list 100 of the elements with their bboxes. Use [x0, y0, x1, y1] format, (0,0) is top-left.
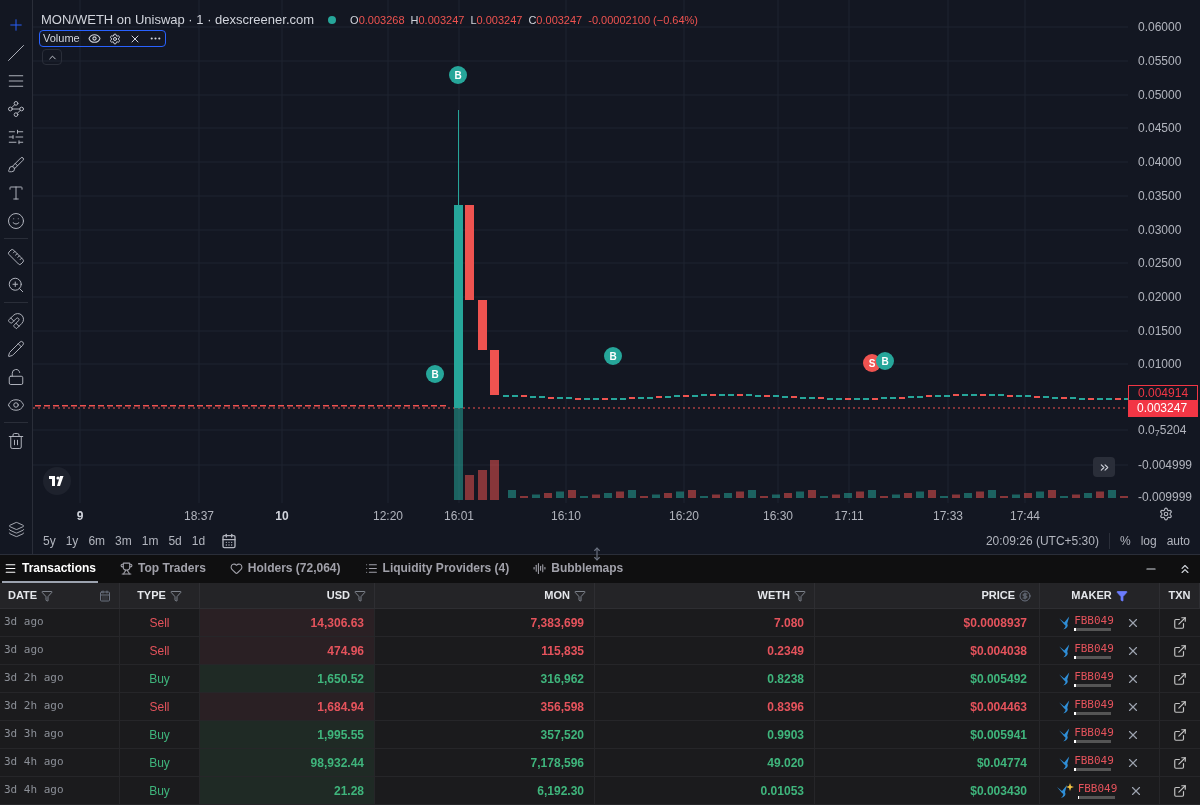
price-tick: 0.03500 [1138, 188, 1182, 204]
mon-cell-text: 7,383,699 [530, 614, 584, 632]
maker-bar [1074, 683, 1112, 687]
ohlc-value: O0.003268 [350, 12, 405, 28]
trade-marker: B [449, 66, 467, 84]
filter-icon[interactable] [169, 589, 182, 602]
external-link-icon[interactable] [1173, 727, 1187, 742]
scale-option[interactable]: log [1140, 531, 1157, 550]
price-tag: 0.003247 [1128, 401, 1198, 417]
volume-bar [490, 460, 499, 500]
coin-icon[interactable] [1019, 589, 1031, 602]
filter-icon[interactable] [354, 589, 366, 602]
mon-cell-text: 357,520 [540, 726, 584, 744]
price-cell-text: $0.04774 [976, 754, 1027, 772]
maker-link[interactable]: FBB049 [1074, 614, 1114, 627]
panel-tab[interactable]: Liquidity Providers (4) [362, 555, 512, 583]
usd-cell: 98,932.44 [200, 749, 375, 776]
date-range-icon[interactable] [221, 532, 238, 549]
list-icon [4, 561, 17, 575]
lines-icon [364, 561, 378, 575]
price-cell-text: $0.004463 [970, 698, 1027, 716]
range-button[interactable]: 1d [191, 531, 206, 550]
calendar-icon[interactable] [99, 589, 111, 602]
price-tick: 0.06000 [1138, 19, 1182, 35]
volume-bar [478, 470, 487, 500]
collapse-button[interactable] [42, 49, 62, 65]
time-tick: 16:30 [763, 508, 793, 525]
external-link-icon[interactable] [1173, 783, 1187, 798]
panel-tab[interactable]: Holders (72,064) [227, 555, 343, 583]
time-tick: 16:10 [551, 508, 581, 525]
maker-link[interactable]: FBB049 [1074, 726, 1114, 739]
filter-icon[interactable] [574, 589, 586, 602]
clock-text: 20:09:26 (UTC+5:30) [985, 532, 1099, 550]
ohlc-value: H0.003247 [410, 12, 465, 28]
time-tick: 18:37 [184, 508, 214, 525]
maker-link[interactable]: FBB049 [1077, 782, 1118, 795]
scale-option[interactable]: auto [1166, 531, 1190, 550]
column-header: TXN [1168, 588, 1191, 604]
date-cell: 3d 4h ago [4, 754, 64, 771]
time-tick: 10 [275, 508, 289, 525]
price-tick: 0.01000 [1138, 356, 1182, 372]
price-tick: 0.05000 [1138, 87, 1182, 103]
maker-link[interactable]: FBB049 [1074, 754, 1114, 767]
indicator-name: Volume [43, 31, 80, 47]
filter-icon[interactable] [41, 589, 54, 602]
maker-bar [1074, 711, 1112, 715]
range-button[interactable]: 5y [43, 531, 56, 550]
settings-icon[interactable] [108, 32, 121, 45]
price-tick: 0.02500 [1138, 255, 1182, 271]
price-cell-text: $0.004038 [970, 642, 1027, 660]
time-tick: 16:20 [669, 508, 699, 525]
range-button[interactable]: 1y [65, 531, 79, 550]
range-button[interactable]: 3m [115, 531, 132, 550]
date-cell: 3d 2h ago [4, 670, 64, 687]
column-header: MAKER [1071, 588, 1112, 604]
external-link-icon[interactable] [1173, 699, 1187, 714]
date-cell: 3d 2h ago [4, 698, 64, 715]
expand-icon[interactable] [1178, 562, 1192, 576]
price-tick: 0.01500 [1138, 323, 1182, 339]
weth-cell-text: 7.080 [773, 614, 804, 632]
external-link-icon[interactable] [1173, 615, 1187, 630]
maker-link[interactable]: FBB049 [1074, 642, 1114, 655]
maker-link[interactable]: FBB049 [1074, 698, 1114, 711]
weth-cell-text: 0.9903 [767, 726, 804, 744]
scroll-right-button[interactable] [1093, 457, 1115, 477]
mon-cell-text: 316,962 [540, 670, 584, 688]
maker-link[interactable]: FBB049 [1074, 670, 1114, 683]
external-link-icon[interactable] [1173, 671, 1187, 686]
panel-tab[interactable]: Bubblemaps [531, 555, 626, 583]
range-button[interactable]: 1m [141, 531, 159, 550]
range-button[interactable]: 6m [88, 531, 106, 550]
heart-icon [229, 561, 243, 575]
usd-cell: 21.28 [200, 777, 375, 804]
type-cell-text: Buy [149, 726, 170, 744]
column-header: MON [544, 588, 570, 604]
settings-icon[interactable] [1159, 507, 1173, 521]
candle [490, 350, 499, 395]
type-cell-text: Buy [149, 754, 170, 772]
type-cell-text: Sell [149, 614, 170, 632]
filter-icon[interactable] [1115, 589, 1128, 602]
range-button[interactable]: 5d [168, 531, 182, 550]
eye-icon[interactable] [87, 32, 101, 45]
external-link-icon[interactable] [1173, 643, 1187, 658]
external-link-icon[interactable] [1173, 755, 1187, 770]
column-header: USD [326, 588, 350, 604]
bars-icon [533, 561, 547, 575]
price-tick: -0.004999 [1138, 457, 1193, 473]
column-header: PRICE [981, 588, 1015, 604]
type-cell-text: Buy [149, 670, 170, 688]
filter-icon[interactable] [794, 589, 806, 602]
date-cell: 3d ago [4, 642, 44, 659]
panel-tab[interactable]: Top Traders [118, 555, 208, 583]
weth-cell-text: 0.2349 [767, 642, 804, 660]
volume-bar [465, 475, 474, 500]
price-cell-text: $0.005941 [970, 726, 1027, 744]
column-header: TYPE [137, 588, 166, 604]
price-tick: -0.009999 [1138, 489, 1193, 505]
maker-bar [1074, 627, 1112, 631]
usd-cell: 1,684.94 [200, 693, 375, 720]
scale-option[interactable]: % [1119, 531, 1131, 550]
